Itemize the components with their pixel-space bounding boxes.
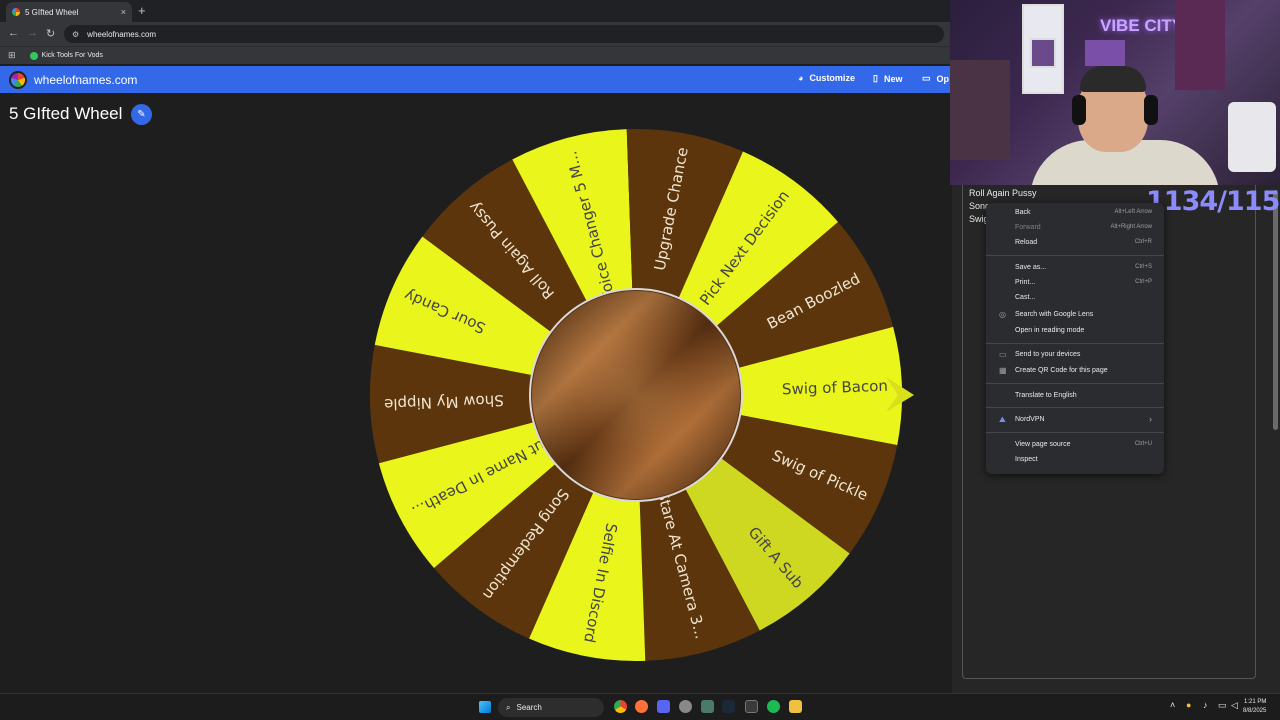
tray-app-icon[interactable]: ● (1186, 700, 1191, 710)
taskbar-search[interactable]: ⌕ Search (498, 698, 604, 717)
tab-title: 5 GIfted Wheel (25, 7, 79, 17)
menu-item-send-to-devices[interactable]: ▭ Send to your devices (986, 348, 1164, 363)
wheel-title: 5 GIfted Wheel (9, 104, 123, 123)
wheel-logo-icon[interactable] (9, 70, 27, 89)
open-button[interactable]: ▭ Op (922, 73, 949, 84)
wheel-svg[interactable]: Swig of BaconSwig of PickleGift A SubSta… (360, 120, 920, 680)
headphone-left (1072, 95, 1086, 125)
new-tab-button[interactable]: + (138, 3, 146, 18)
menu-item-back[interactable]: Back Alt+Left Arrow (986, 206, 1164, 221)
shelf-right (1175, 0, 1225, 90)
bookmark-favicon-icon (29, 51, 38, 60)
streamer-hat (1080, 66, 1146, 92)
network-icon[interactable]: ▭ (1218, 700, 1227, 711)
vibe-city-logo: VIBE CITY (1100, 16, 1184, 35)
headphone-right (1144, 95, 1158, 125)
microphone-icon[interactable]: ♪ (1203, 700, 1208, 710)
menu-item-reading-mode[interactable]: Open in reading mode (986, 324, 1164, 339)
menu-separator (986, 432, 1164, 433)
webcam-overlay: VIBE CITY (950, 0, 1280, 185)
menu-separator (986, 407, 1164, 408)
new-button[interactable]: ▯ New (873, 73, 902, 84)
air-conditioner (1228, 102, 1276, 172)
steam-icon[interactable] (722, 700, 735, 713)
nordvpn-icon: ⛰ (999, 415, 1006, 424)
back-arrow-icon[interactable]: ← (8, 27, 19, 39)
address-bar[interactable]: ⚙ wheelofnames.com (64, 25, 944, 43)
site-info-icon[interactable]: ⚙ (72, 30, 79, 39)
customize-button[interactable]: ◕ Customize (798, 73, 855, 83)
menu-item-qr-code[interactable]: ▦ Create QR Code for this page (986, 364, 1164, 379)
apps-grid-icon[interactable]: ⊞ (8, 50, 16, 61)
menu-item-forward[interactable]: Forward Alt+Right Arrow (986, 221, 1164, 236)
file-explorer-icon[interactable] (789, 700, 802, 713)
qr-code-icon: ▦ (999, 366, 1007, 375)
windows-start-icon[interactable] (479, 701, 491, 713)
url-text: wheelofnames.com (87, 29, 157, 39)
devices-icon: ▭ (999, 350, 1007, 359)
terminal-icon[interactable] (745, 700, 758, 713)
site-name[interactable]: wheelofnames.com (34, 73, 137, 87)
context-menu: Back Alt+Left Arrow Forward Alt+Right Arro… (986, 203, 1164, 474)
menu-separator (986, 383, 1164, 384)
pencil-icon: ✎ (137, 109, 146, 120)
site-favicon-icon (12, 8, 20, 16)
menu-item-view-source[interactable]: View page source Ctrl+U (986, 438, 1164, 453)
windows-taskbar: ⌕ Search ˄ ● ♪ ▭ ◁ 1:21 PM 8/8/2025 (0, 693, 1280, 720)
menu-item-reload[interactable]: Reload Ctrl+R (986, 236, 1164, 251)
menu-item-google-lens[interactable]: ◎ Search with Google Lens (986, 308, 1164, 323)
entry-line[interactable]: Roll Again Pussy (969, 188, 1037, 198)
menu-item-cast[interactable]: Cast... (986, 291, 1164, 306)
menu-item-translate[interactable]: Translate to English (986, 389, 1164, 404)
neon-panel (1085, 40, 1125, 66)
menu-item-save-as[interactable]: Save as... Ctrl+S (986, 261, 1164, 276)
menu-item-print[interactable]: Print... Ctrl+P (986, 276, 1164, 291)
document-icon: ▯ (873, 73, 878, 83)
search-icon: ⌕ (506, 702, 511, 712)
app-icon[interactable] (701, 700, 714, 713)
forward-arrow-icon[interactable]: → (27, 27, 38, 39)
wheel-segment-label: Swig of Bacon (782, 377, 888, 399)
browser-tab[interactable]: 5 GIfted Wheel × (6, 2, 132, 22)
wheel-center-texture (532, 291, 740, 499)
menu-item-inspect[interactable]: Inspect (986, 453, 1164, 468)
edit-title-button[interactable]: ✎ (131, 104, 152, 125)
browser-toolbar: ← → ↻ ⚙ wheelofnames.com (0, 22, 952, 46)
folder-icon: ▭ (922, 73, 931, 83)
volume-icon[interactable]: ◁ (1231, 700, 1238, 711)
lens-icon: ◎ (999, 310, 1006, 319)
sub-goal-counter: 1134/1150 (1146, 186, 1280, 217)
submenu-chevron-icon: › (1149, 414, 1152, 424)
close-tab-icon[interactable]: × (121, 7, 126, 17)
site-header: wheelofnames.com ◕ Customize ▯ New ▭ Op (0, 66, 952, 93)
menu-item-nordvpn[interactable]: ⛰ NordVPN › (986, 413, 1164, 428)
taskbar-clock[interactable]: 1:21 PM 8/8/2025 (1243, 698, 1266, 716)
browser-tab-bar: 5 GIfted Wheel × + (0, 0, 952, 22)
menu-separator (986, 255, 1164, 256)
reload-icon[interactable]: ↻ (46, 27, 55, 40)
palette-icon: ◕ (798, 73, 804, 83)
firefox-icon[interactable] (635, 700, 648, 713)
obs-icon[interactable] (679, 700, 692, 713)
chrome-icon[interactable] (614, 700, 627, 713)
shelf-left (950, 60, 1010, 160)
bookmark-kick-tools[interactable]: Kick Tools For Vods (42, 52, 103, 59)
panel-scrollbar[interactable] (1273, 190, 1278, 430)
spotify-icon[interactable] (767, 700, 780, 713)
discord-icon[interactable] (657, 700, 670, 713)
poster-image (1030, 38, 1056, 68)
tray-chevron-icon[interactable]: ˄ (1170, 700, 1175, 710)
bookmarks-bar: ⊞ Kick Tools For Vods (0, 46, 952, 64)
menu-separator (986, 343, 1164, 344)
